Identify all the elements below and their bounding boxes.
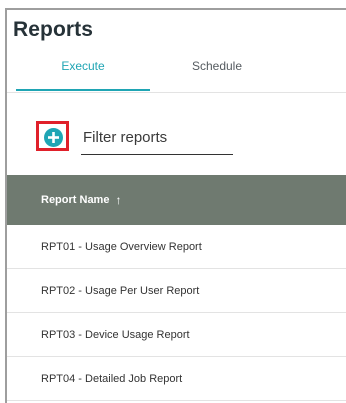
tab-execute[interactable]: Execute (16, 56, 150, 91)
page-title: Reports (13, 18, 94, 41)
table-row[interactable]: RPT01 - Usage Overview Report (7, 225, 346, 269)
column-header-report-name[interactable]: Report Name ↑ (7, 175, 346, 225)
table-row[interactable]: RPT04 - Detailed Job Report (7, 357, 346, 401)
reports-panel: Reports Execute Schedule Report Name ↑ R… (5, 8, 346, 403)
report-name-cell: RPT04 - Detailed Job Report (41, 372, 183, 385)
add-report-highlight (36, 121, 69, 151)
filter-field (81, 126, 233, 155)
reports-table: Report Name ↑ RPT01 - Usage Overview Rep… (7, 175, 346, 401)
sort-ascending-icon: ↑ (115, 193, 122, 207)
plus-circle-icon (48, 132, 59, 143)
tab-schedule[interactable]: Schedule (150, 56, 284, 91)
report-name-cell: RPT03 - Device Usage Report (41, 328, 190, 341)
report-name-cell: RPT02 - Usage Per User Report (41, 284, 200, 297)
table-row[interactable]: RPT02 - Usage Per User Report (7, 269, 346, 313)
column-header-label: Report Name (41, 194, 110, 206)
tab-bar: Execute Schedule (7, 56, 346, 93)
table-row[interactable]: RPT03 - Device Usage Report (7, 313, 346, 357)
report-name-cell: RPT01 - Usage Overview Report (41, 240, 202, 253)
add-report-button[interactable] (44, 128, 63, 147)
filter-reports-input[interactable] (81, 126, 233, 148)
